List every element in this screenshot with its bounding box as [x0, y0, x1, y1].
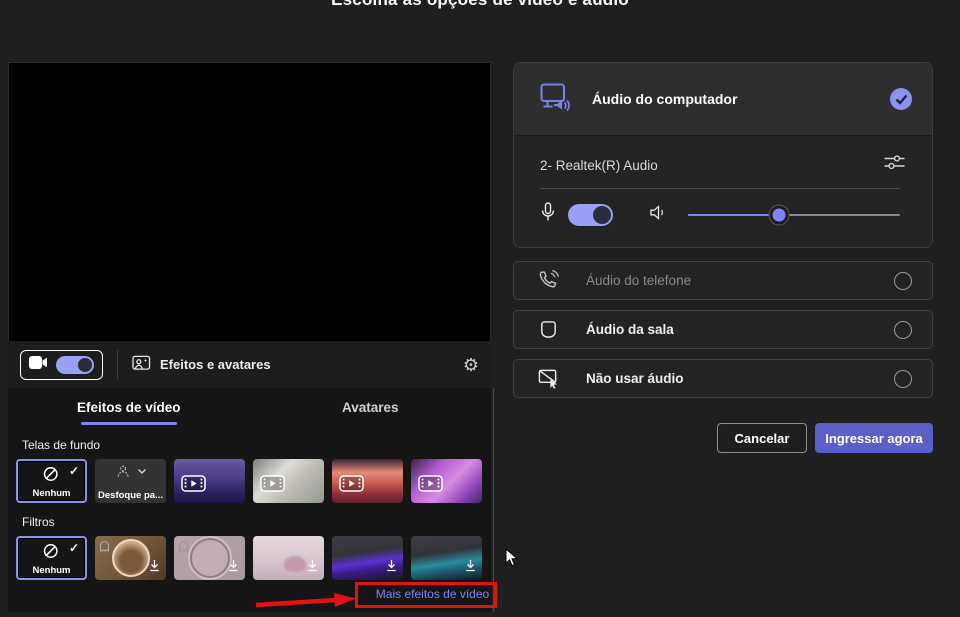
phone-audio-option[interactable]: Áudio do telefone [513, 261, 933, 300]
equalizer-icon[interactable] [883, 153, 906, 177]
check-icon: ✓ [69, 464, 79, 478]
computer-audio-card: Áudio do computador 2- Realtek(R) Audio [513, 62, 933, 248]
selected-check-icon [890, 88, 912, 110]
tab-video-effects[interactable]: Efeitos de vídeo [8, 388, 250, 426]
background-tile-purple-mountains[interactable] [174, 459, 245, 503]
toolbar-divider [117, 350, 118, 380]
room-audio-radio[interactable] [894, 321, 912, 339]
background-tile-pink-clouds[interactable] [332, 459, 403, 503]
tab-avatars-label: Avatares [342, 400, 399, 415]
cancel-button[interactable]: Cancelar [717, 423, 807, 453]
join-now-button[interactable]: Ingressar agora [815, 423, 933, 453]
speaker-icon [649, 204, 666, 226]
ghost-icon [99, 539, 110, 557]
audio-panel: Áudio do computador 2- Realtek(R) Audio [513, 62, 933, 453]
effects-scrollbar[interactable] [493, 388, 494, 612]
no-audio-radio[interactable] [894, 370, 912, 388]
video-clip-icon [418, 475, 443, 497]
blur-icon [115, 464, 133, 479]
none-icon [42, 466, 58, 487]
volume-slider[interactable] [688, 214, 900, 216]
tab-avatars[interactable]: Avatares [250, 388, 492, 426]
backgrounds-row: ✓ Nenhum Desfoque pa... [16, 459, 491, 503]
computer-audio-icon [540, 83, 571, 116]
none-icon [42, 543, 58, 564]
camera-preview [8, 62, 491, 341]
effects-avatars-icon [132, 354, 151, 376]
filter-preview-shape [284, 556, 306, 572]
tab-video-effects-label: Efeitos de vídeo [77, 400, 181, 415]
camera-toggle-group[interactable] [20, 350, 103, 380]
blur-icon-group [115, 464, 147, 479]
video-clip-icon [181, 475, 206, 497]
video-clip-icon [339, 475, 364, 497]
no-audio-option[interactable]: Não usar áudio [513, 359, 933, 398]
filter-tile-warm-cat[interactable] [95, 536, 166, 580]
background-blur-label: Desfoque pa... [95, 490, 166, 501]
room-audio-label: Áudio da sala [586, 322, 894, 337]
download-icon [385, 559, 398, 577]
audio-device-name: 2- Realtek(R) Audio [540, 158, 883, 173]
background-tile-white-clouds[interactable] [253, 459, 324, 503]
room-audio-icon [535, 320, 561, 340]
annotation-highlight-box [355, 582, 497, 608]
volume-slider-fill [688, 214, 779, 216]
toggle-knob [78, 358, 92, 372]
filters-row: ✓ Nenhum [16, 536, 491, 580]
filter-none-tile[interactable]: ✓ Nenhum [16, 536, 87, 580]
no-audio-label: Não usar áudio [586, 371, 894, 386]
filter-tile-pale-pink[interactable] [253, 536, 324, 580]
filter-tile-teal-wave[interactable] [411, 536, 482, 580]
active-tab-underline [81, 422, 177, 425]
dialog-buttons: Cancelar Ingressar agora [513, 423, 933, 453]
background-tile-purple-smoke[interactable] [411, 459, 482, 503]
background-none-tile[interactable]: ✓ Nenhum [16, 459, 87, 503]
download-icon [227, 559, 240, 577]
chevron-down-icon [137, 468, 147, 475]
filter-preview-circle [112, 539, 150, 577]
volume-slider-thumb[interactable] [770, 206, 789, 225]
video-clip-icon [260, 475, 285, 497]
computer-audio-option[interactable]: Áudio do computador [514, 63, 932, 136]
page-title: Escolha as opções de vídeo e áudio [0, 0, 960, 10]
effects-avatars-label[interactable]: Efeitos e avatares [160, 357, 271, 372]
computer-audio-body: 2- Realtek(R) Audio [514, 136, 932, 247]
gear-icon[interactable]: ⚙ [463, 356, 479, 374]
phone-audio-label: Áudio do telefone [586, 273, 894, 288]
no-audio-icon [535, 368, 561, 389]
filter-preview-circle [190, 538, 230, 578]
annotation-arrow [252, 592, 358, 617]
toggle-knob [593, 206, 611, 224]
backgrounds-section-label: Telas de fundo [22, 438, 491, 452]
mic-toggle[interactable] [568, 204, 613, 226]
computer-audio-label: Áudio do computador [592, 91, 869, 107]
filter-none-label: Nenhum [18, 565, 85, 576]
mic-icon [541, 202, 555, 228]
camera-icon [29, 356, 48, 374]
filters-section-label: Filtros [22, 515, 491, 529]
camera-toggle[interactable] [56, 356, 94, 374]
mouse-cursor [505, 548, 519, 573]
filter-tile-soft-ring[interactable] [174, 536, 245, 580]
background-blur-tile[interactable]: Desfoque pa... [95, 459, 166, 503]
download-icon [464, 559, 477, 577]
camera-toolbar: Efeitos e avatares ⚙ [8, 341, 491, 388]
check-icon: ✓ [69, 541, 79, 555]
background-none-label: Nenhum [18, 488, 85, 499]
filter-tile-purple-wave[interactable] [332, 536, 403, 580]
effects-panel: Efeitos de vídeo Avatares Telas de fundo… [8, 388, 491, 612]
video-panel: Efeitos e avatares ⚙ Efeitos de vídeo Av… [8, 62, 491, 612]
effects-tabs: Efeitos de vídeo Avatares [8, 388, 491, 426]
download-icon [306, 559, 319, 577]
room-audio-option[interactable]: Áudio da sala [513, 310, 933, 349]
download-icon [148, 559, 161, 577]
phone-audio-radio[interactable] [894, 272, 912, 290]
ghost-icon [178, 539, 189, 557]
phone-audio-icon [535, 269, 561, 292]
